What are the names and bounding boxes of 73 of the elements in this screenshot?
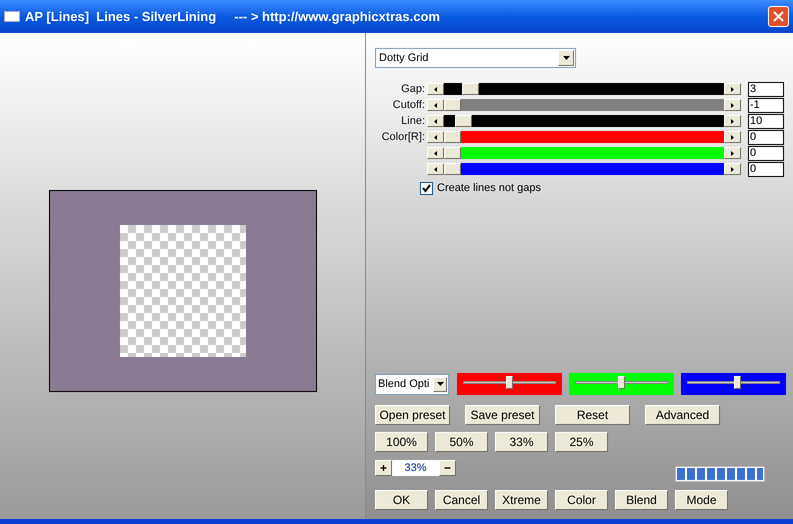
value-field[interactable]: -1 [748, 98, 784, 112]
slider-thumb[interactable] [444, 99, 461, 111]
slider-label: Cutoff: [392, 98, 425, 113]
zoom-button[interactable]: 50% [435, 432, 488, 452]
action-button[interactable]: Color [555, 490, 608, 510]
right-arrow-icon [731, 134, 734, 140]
checkbox-icon[interactable] [420, 182, 433, 195]
value-field[interactable]: 3 [748, 82, 784, 96]
value-field[interactable]: 0 [748, 162, 784, 176]
scroll-arrow-button[interactable] [724, 115, 741, 127]
scroll-arrow-button[interactable] [427, 83, 444, 95]
style-dropdown[interactable]: Dotty Grid [375, 48, 576, 68]
value-field[interactable]: 10 [748, 114, 784, 128]
blend-slider[interactable] [681, 373, 786, 395]
scroll-arrow-button[interactable] [427, 99, 444, 111]
slider-thumb[interactable] [454, 115, 472, 127]
scroll-arrow-button[interactable] [724, 99, 741, 111]
scroll-arrow-button[interactable] [427, 147, 444, 159]
slider-thumb[interactable] [506, 376, 513, 389]
scroll-arrow-button[interactable] [427, 115, 444, 127]
close-button[interactable] [768, 6, 789, 27]
close-icon [773, 11, 784, 22]
value-field[interactable]: 0 [748, 130, 784, 144]
zoom-button[interactable]: 33% [495, 432, 548, 452]
right-arrow-icon [731, 86, 734, 92]
preset-button[interactable]: Reset [555, 405, 630, 425]
slider-label: Color[R]: [382, 130, 425, 145]
zoom-field[interactable]: 33% [392, 460, 439, 476]
action-button[interactable]: Xtreme [495, 490, 548, 510]
window-icon [4, 11, 20, 22]
preset-button[interactable]: Save preset [465, 405, 540, 425]
left-arrow-icon [434, 118, 437, 124]
left-arrow-icon [434, 134, 437, 140]
slider-thumb[interactable] [462, 83, 480, 95]
action-button[interactable]: Mode [675, 490, 728, 510]
left-arrow-icon [434, 86, 437, 92]
zoom-button[interactable]: 25% [555, 432, 608, 452]
preset-button[interactable]: Advanced [645, 405, 720, 425]
zoom-out-button[interactable]: − [439, 460, 456, 476]
blend-dropdown[interactable]: Blend Opti [375, 374, 449, 394]
right-arrow-icon [731, 166, 734, 172]
action-button[interactable]: OK [375, 490, 428, 510]
value-field[interactable]: 0 [748, 146, 784, 160]
scroll-arrow-button[interactable] [724, 131, 741, 143]
left-arrow-icon [434, 150, 437, 156]
blend-slider[interactable] [457, 373, 562, 395]
zoom-in-button[interactable]: + [375, 460, 392, 476]
right-arrow-icon [731, 150, 734, 156]
left-arrow-icon [434, 102, 437, 108]
window-title: AP [Lines] Lines - SilverLining --- > http://www.graphicxtras.com [25, 8, 440, 26]
create-lines-checkbox[interactable]: Create lines not gaps [420, 180, 793, 196]
preset-button[interactable]: Open preset [375, 405, 450, 425]
slider-thumb[interactable] [734, 376, 742, 389]
caret-icon [436, 382, 444, 386]
action-button[interactable]: Blend [615, 490, 668, 510]
scroll-arrow-button[interactable] [724, 147, 741, 159]
left-arrow-icon [434, 166, 437, 172]
scroll-arrow-button[interactable] [724, 163, 741, 175]
blend-slider[interactable] [569, 373, 674, 395]
slider-thumb[interactable] [444, 131, 461, 143]
zoom-button[interactable]: 100% [375, 432, 428, 452]
scroll-arrow-button[interactable] [427, 163, 444, 175]
right-arrow-icon [731, 118, 734, 124]
slider-thumb[interactable] [618, 376, 625, 389]
action-button[interactable]: Cancel [435, 490, 488, 510]
caret-icon [562, 56, 570, 60]
right-arrow-icon [731, 102, 734, 108]
scroll-arrow-button[interactable] [427, 131, 444, 143]
slider-label: Gap: [401, 82, 425, 97]
slider-label: Line: [401, 114, 425, 129]
slider-thumb[interactable] [444, 163, 461, 175]
slider-thumb[interactable] [444, 147, 461, 159]
scroll-arrow-button[interactable] [724, 83, 741, 95]
